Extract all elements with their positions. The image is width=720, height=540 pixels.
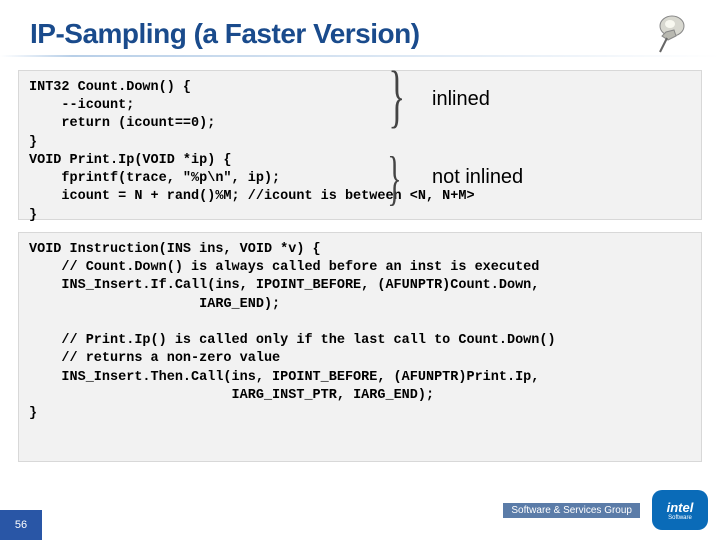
- intel-logo: intel Software: [652, 490, 708, 530]
- annotation-inlined: inlined: [432, 88, 490, 111]
- divider: [0, 55, 720, 57]
- brace-icon: }: [387, 148, 401, 208]
- brace-icon: }: [388, 62, 405, 132]
- slide: IP-Sampling (a Faster Version) INT32 Cou…: [0, 0, 720, 540]
- logo-word: intel: [667, 500, 694, 515]
- code-block-1: INT32 Count.Down() { --icount; return (i…: [18, 70, 702, 220]
- footer-group-label: Software & Services Group: [503, 503, 640, 518]
- pushpin-icon: [652, 12, 692, 61]
- annotation-not-inlined: not inlined: [432, 166, 523, 189]
- code-block-2: VOID Instruction(INS ins, VOID *v) { // …: [18, 232, 702, 462]
- page-number: 56: [15, 519, 27, 531]
- logo-sub: Software: [668, 515, 692, 521]
- slide-title: IP-Sampling (a Faster Version): [0, 0, 720, 50]
- page-number-badge: 56: [0, 510, 42, 540]
